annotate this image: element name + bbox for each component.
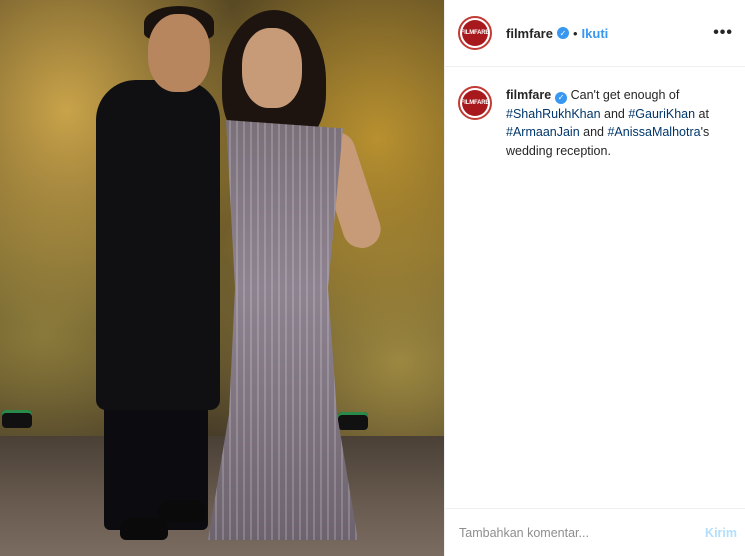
avatar-logo: FILMFARE (461, 90, 489, 116)
post-side-panel: FILMFARE filmfare ✓ • Ikuti ••• FILMFARE… (444, 0, 745, 556)
more-options-icon[interactable]: ••• (713, 24, 733, 42)
caption-text-segment: at (695, 106, 709, 121)
post-header: FILMFARE filmfare ✓ • Ikuti ••• (445, 0, 745, 67)
stage-light (2, 410, 32, 428)
caption-text-segment: and (600, 106, 629, 121)
username-link[interactable]: filmfare (506, 26, 553, 41)
woman-figure-dress (208, 120, 358, 540)
hashtag-link[interactable]: #ArmaanJain (506, 125, 580, 139)
post-caption: FILMFARE filmfare ✓ Can't get enough of #… (445, 67, 745, 160)
send-comment-button[interactable]: Kirim (705, 526, 737, 540)
man-figure-head (148, 14, 210, 92)
comment-bar: Kirim (445, 508, 745, 556)
verified-badge-icon: ✓ (555, 92, 568, 105)
caption-avatar[interactable]: FILMFARE (458, 86, 492, 120)
post-photo[interactable] (0, 0, 444, 556)
verified-badge-icon: ✓ (556, 27, 569, 39)
stage-light (338, 412, 368, 430)
caption-text-segment: and (579, 125, 608, 139)
hashtag-link[interactable]: #GauriKhan (628, 107, 695, 121)
profile-avatar[interactable]: FILMFARE (458, 16, 492, 50)
hashtag-link[interactable]: #AnissaMalhotra (607, 125, 700, 139)
caption-text-segment: Can't get enough of (567, 88, 680, 102)
follow-button[interactable]: Ikuti (582, 26, 609, 41)
separator-dot: • (572, 25, 578, 41)
caption-text: filmfare ✓ Can't get enough of #ShahRukhK… (506, 86, 729, 160)
avatar-logo: FILMFARE (461, 20, 489, 46)
comment-input[interactable] (459, 525, 706, 540)
hashtag-link[interactable]: #ShahRukhKhan (506, 107, 601, 121)
man-figure (96, 80, 220, 410)
man-figure-shoe (158, 500, 206, 522)
caption-username-link[interactable]: filmfare (506, 88, 551, 102)
woman-figure-head (242, 28, 302, 108)
